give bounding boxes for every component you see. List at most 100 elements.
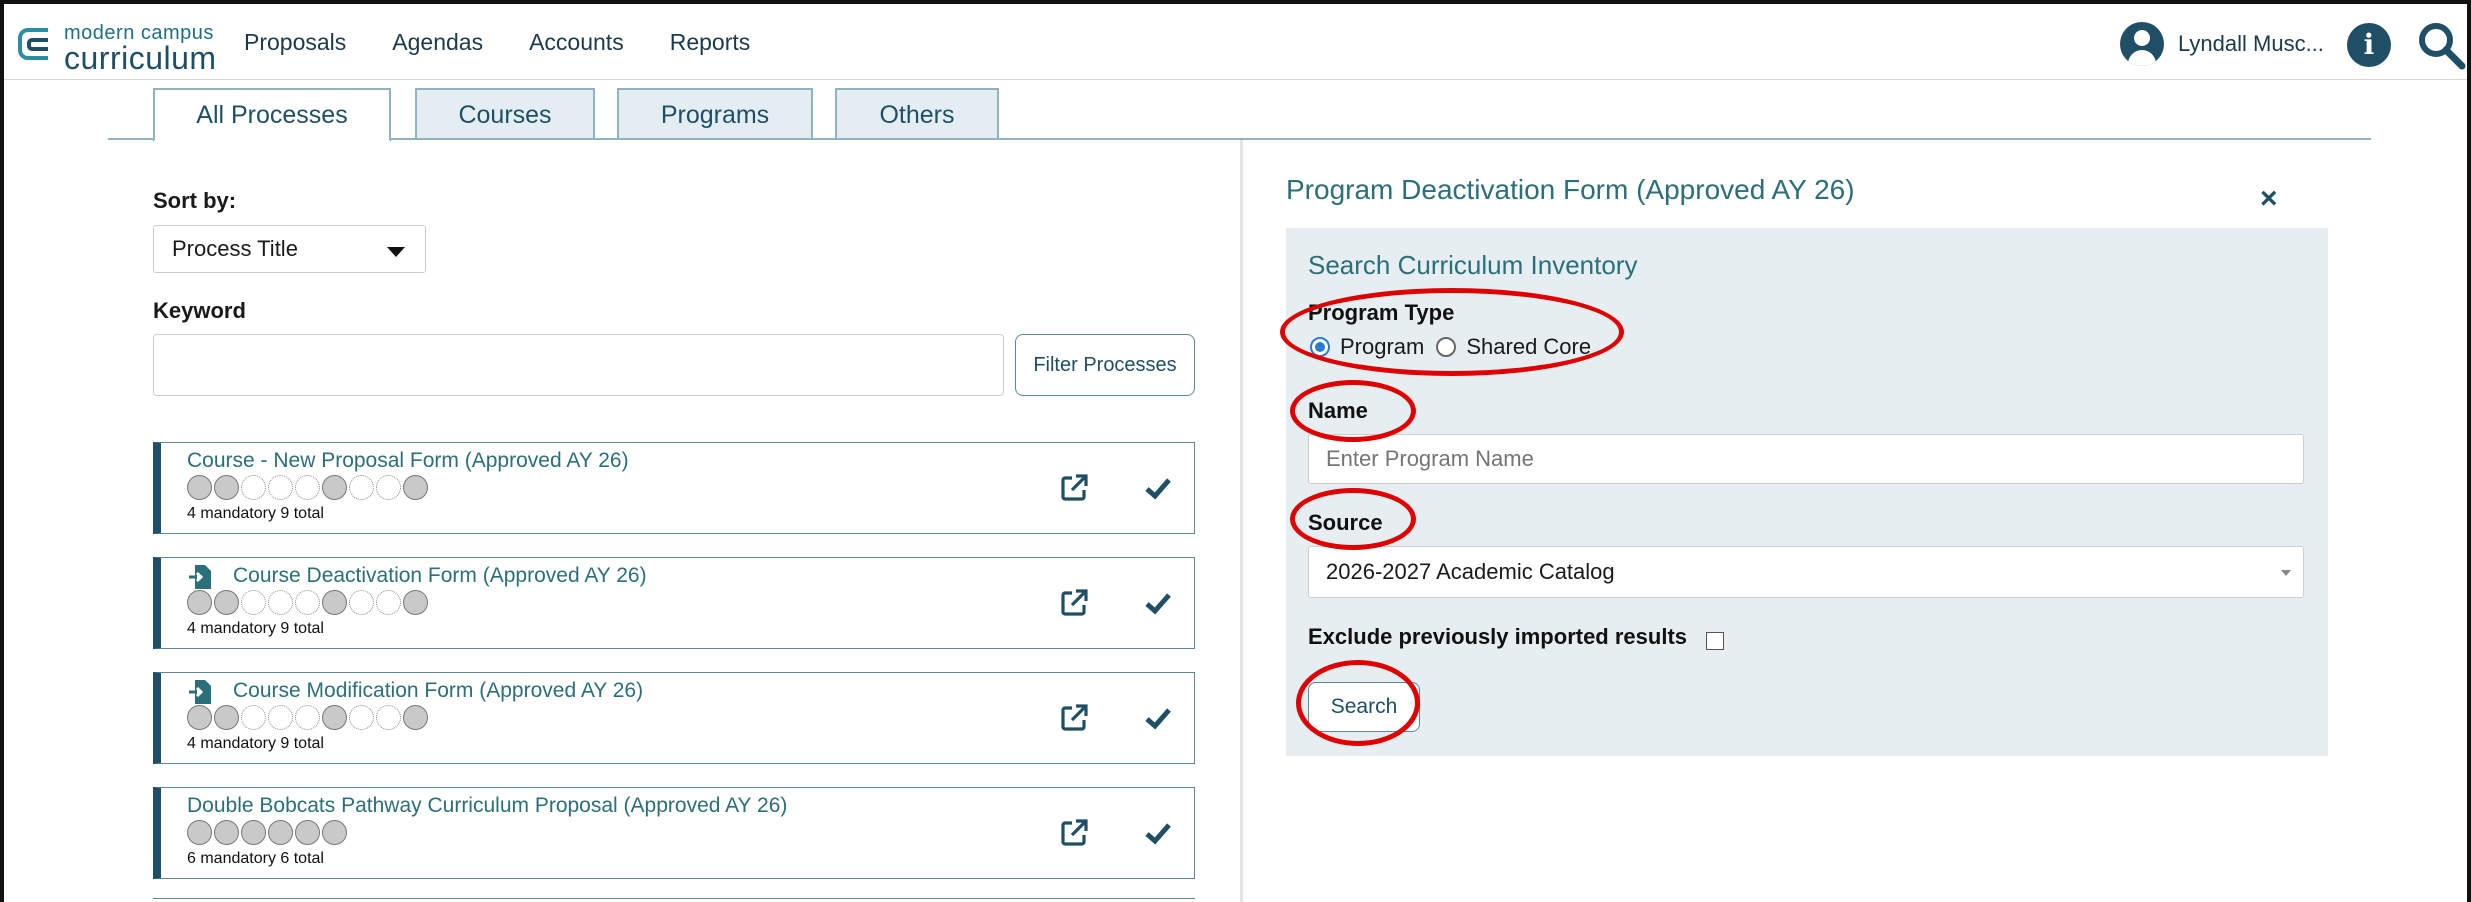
step-dot-mandatory bbox=[403, 475, 428, 500]
step-dots bbox=[187, 590, 428, 615]
step-dot-mandatory bbox=[187, 590, 212, 615]
step-dot-optional bbox=[295, 590, 320, 615]
step-dot-optional bbox=[241, 590, 266, 615]
process-title[interactable]: Course Deactivation Form (Approved AY 26… bbox=[233, 564, 647, 588]
process-tabs: All Processes Courses Programs Others bbox=[108, 88, 2371, 142]
close-icon[interactable]: × bbox=[2260, 182, 2278, 216]
source-label: Source bbox=[1308, 510, 1383, 535]
process-count: 6 mandatory 6 total bbox=[187, 850, 324, 867]
step-dot-mandatory bbox=[268, 820, 293, 845]
search-curriculum-panel: Search Curriculum Inventory Program Type… bbox=[1286, 228, 2328, 756]
step-dot-optional bbox=[376, 590, 401, 615]
process-title[interactable]: Course Modification Form (Approved AY 26… bbox=[233, 679, 643, 703]
process-item-next-edge bbox=[153, 898, 1195, 902]
radio-program-label: Program bbox=[1340, 334, 1425, 359]
process-title[interactable]: Double Bobcats Pathway Curriculum Propos… bbox=[187, 794, 787, 818]
process-item[interactable]: Course Deactivation Form (Approved AY 26… bbox=[153, 557, 1195, 649]
chevron-down-icon bbox=[2281, 570, 2291, 576]
process-item[interactable]: Double Bobcats Pathway Curriculum Propos… bbox=[153, 787, 1195, 879]
radio-shared-core-label: Shared Core bbox=[1466, 334, 1592, 359]
step-dot-optional bbox=[268, 475, 293, 500]
filter-processes-button[interactable]: Filter Processes bbox=[1015, 334, 1195, 396]
sort-label: Sort by: bbox=[153, 188, 237, 213]
nav-agendas[interactable]: Agendas bbox=[392, 29, 483, 56]
tab-programs[interactable]: Programs bbox=[617, 88, 813, 140]
step-dot-optional bbox=[241, 475, 266, 500]
radio-program[interactable] bbox=[1310, 337, 1330, 357]
user-menu[interactable]: Lyndall Musc... bbox=[2120, 22, 2324, 66]
brand-main-text: curriculum bbox=[64, 40, 217, 76]
keyword-label: Keyword bbox=[153, 298, 246, 323]
external-link-icon[interactable] bbox=[1059, 588, 1089, 618]
external-link-icon[interactable] bbox=[1059, 818, 1089, 848]
tab-courses[interactable]: Courses bbox=[415, 88, 595, 140]
process-title[interactable]: Course - New Proposal Form (Approved AY … bbox=[187, 449, 629, 473]
user-avatar-icon bbox=[2120, 22, 2164, 66]
nav-reports[interactable]: Reports bbox=[670, 29, 751, 56]
panel-divider bbox=[1240, 140, 1243, 902]
step-dot-mandatory bbox=[403, 590, 428, 615]
document-import-icon bbox=[189, 565, 211, 589]
program-type-label: Program Type bbox=[1308, 300, 1455, 325]
step-dot-optional bbox=[376, 475, 401, 500]
chevron-down-icon bbox=[387, 247, 405, 257]
step-dot-mandatory bbox=[403, 705, 428, 730]
step-dot-optional bbox=[295, 705, 320, 730]
user-name: Lyndall Musc... bbox=[2178, 31, 2324, 56]
step-dot-mandatory bbox=[214, 705, 239, 730]
step-dot-mandatory bbox=[187, 705, 212, 730]
step-dot-mandatory bbox=[214, 820, 239, 845]
external-link-icon[interactable] bbox=[1059, 473, 1089, 503]
exclude-imported-checkbox[interactable] bbox=[1706, 632, 1724, 650]
sort-value: Process Title bbox=[172, 236, 298, 261]
logo-icon bbox=[18, 28, 48, 60]
process-item[interactable]: Course Modification Form (Approved AY 26… bbox=[153, 672, 1195, 764]
process-count: 4 mandatory 9 total bbox=[187, 505, 324, 522]
step-dot-optional bbox=[349, 705, 374, 730]
main-nav: Proposals Agendas Accounts Reports bbox=[244, 4, 750, 80]
step-dots bbox=[187, 705, 428, 730]
step-dot-mandatory bbox=[187, 475, 212, 500]
process-count: 4 mandatory 9 total bbox=[187, 620, 324, 637]
step-dot-mandatory bbox=[187, 820, 212, 845]
top-navigation: modern campus curriculum Proposals Agend… bbox=[4, 4, 2467, 80]
step-dots bbox=[187, 820, 347, 845]
tab-others[interactable]: Others bbox=[835, 88, 999, 140]
nav-accounts[interactable]: Accounts bbox=[529, 29, 624, 56]
step-dot-mandatory bbox=[322, 820, 347, 845]
document-import-icon bbox=[189, 680, 211, 704]
brand-logo[interactable]: modern campus curriculum bbox=[14, 20, 224, 76]
search-panel-title: Search Curriculum Inventory bbox=[1308, 250, 1638, 280]
step-dot-mandatory bbox=[322, 475, 347, 500]
step-dot-optional bbox=[295, 475, 320, 500]
step-dot-optional bbox=[241, 705, 266, 730]
sort-select[interactable]: Process Title bbox=[153, 225, 426, 273]
info-icon[interactable]: i bbox=[2347, 23, 2391, 67]
search-button[interactable]: Search bbox=[1308, 682, 1420, 732]
program-type-radios: Program Shared Core bbox=[1310, 334, 1591, 360]
step-dot-optional bbox=[268, 705, 293, 730]
step-dot-mandatory bbox=[214, 590, 239, 615]
checkmark-icon[interactable] bbox=[1144, 820, 1172, 846]
search-icon[interactable] bbox=[2414, 18, 2468, 72]
process-count: 4 mandatory 9 total bbox=[187, 735, 324, 752]
step-dot-mandatory bbox=[322, 705, 347, 730]
form-title: Program Deactivation Form (Approved AY 2… bbox=[1286, 174, 1855, 205]
step-dot-optional bbox=[349, 475, 374, 500]
program-name-input[interactable] bbox=[1308, 434, 2304, 484]
step-dot-mandatory bbox=[241, 820, 266, 845]
nav-proposals[interactable]: Proposals bbox=[244, 29, 346, 56]
tab-all-processes[interactable]: All Processes bbox=[153, 88, 391, 142]
step-dots bbox=[187, 475, 428, 500]
checkmark-icon[interactable] bbox=[1144, 475, 1172, 501]
checkmark-icon[interactable] bbox=[1144, 705, 1172, 731]
source-value: 2026-2027 Academic Catalog bbox=[1326, 559, 1615, 584]
radio-shared-core[interactable] bbox=[1436, 337, 1457, 357]
step-dot-mandatory bbox=[214, 475, 239, 500]
process-item[interactable]: Course - New Proposal Form (Approved AY … bbox=[153, 442, 1195, 534]
external-link-icon[interactable] bbox=[1059, 703, 1089, 733]
source-select[interactable]: 2026-2027 Academic Catalog bbox=[1308, 546, 2304, 598]
step-dot-mandatory bbox=[322, 590, 347, 615]
checkmark-icon[interactable] bbox=[1144, 590, 1172, 616]
keyword-input[interactable] bbox=[153, 334, 1004, 396]
